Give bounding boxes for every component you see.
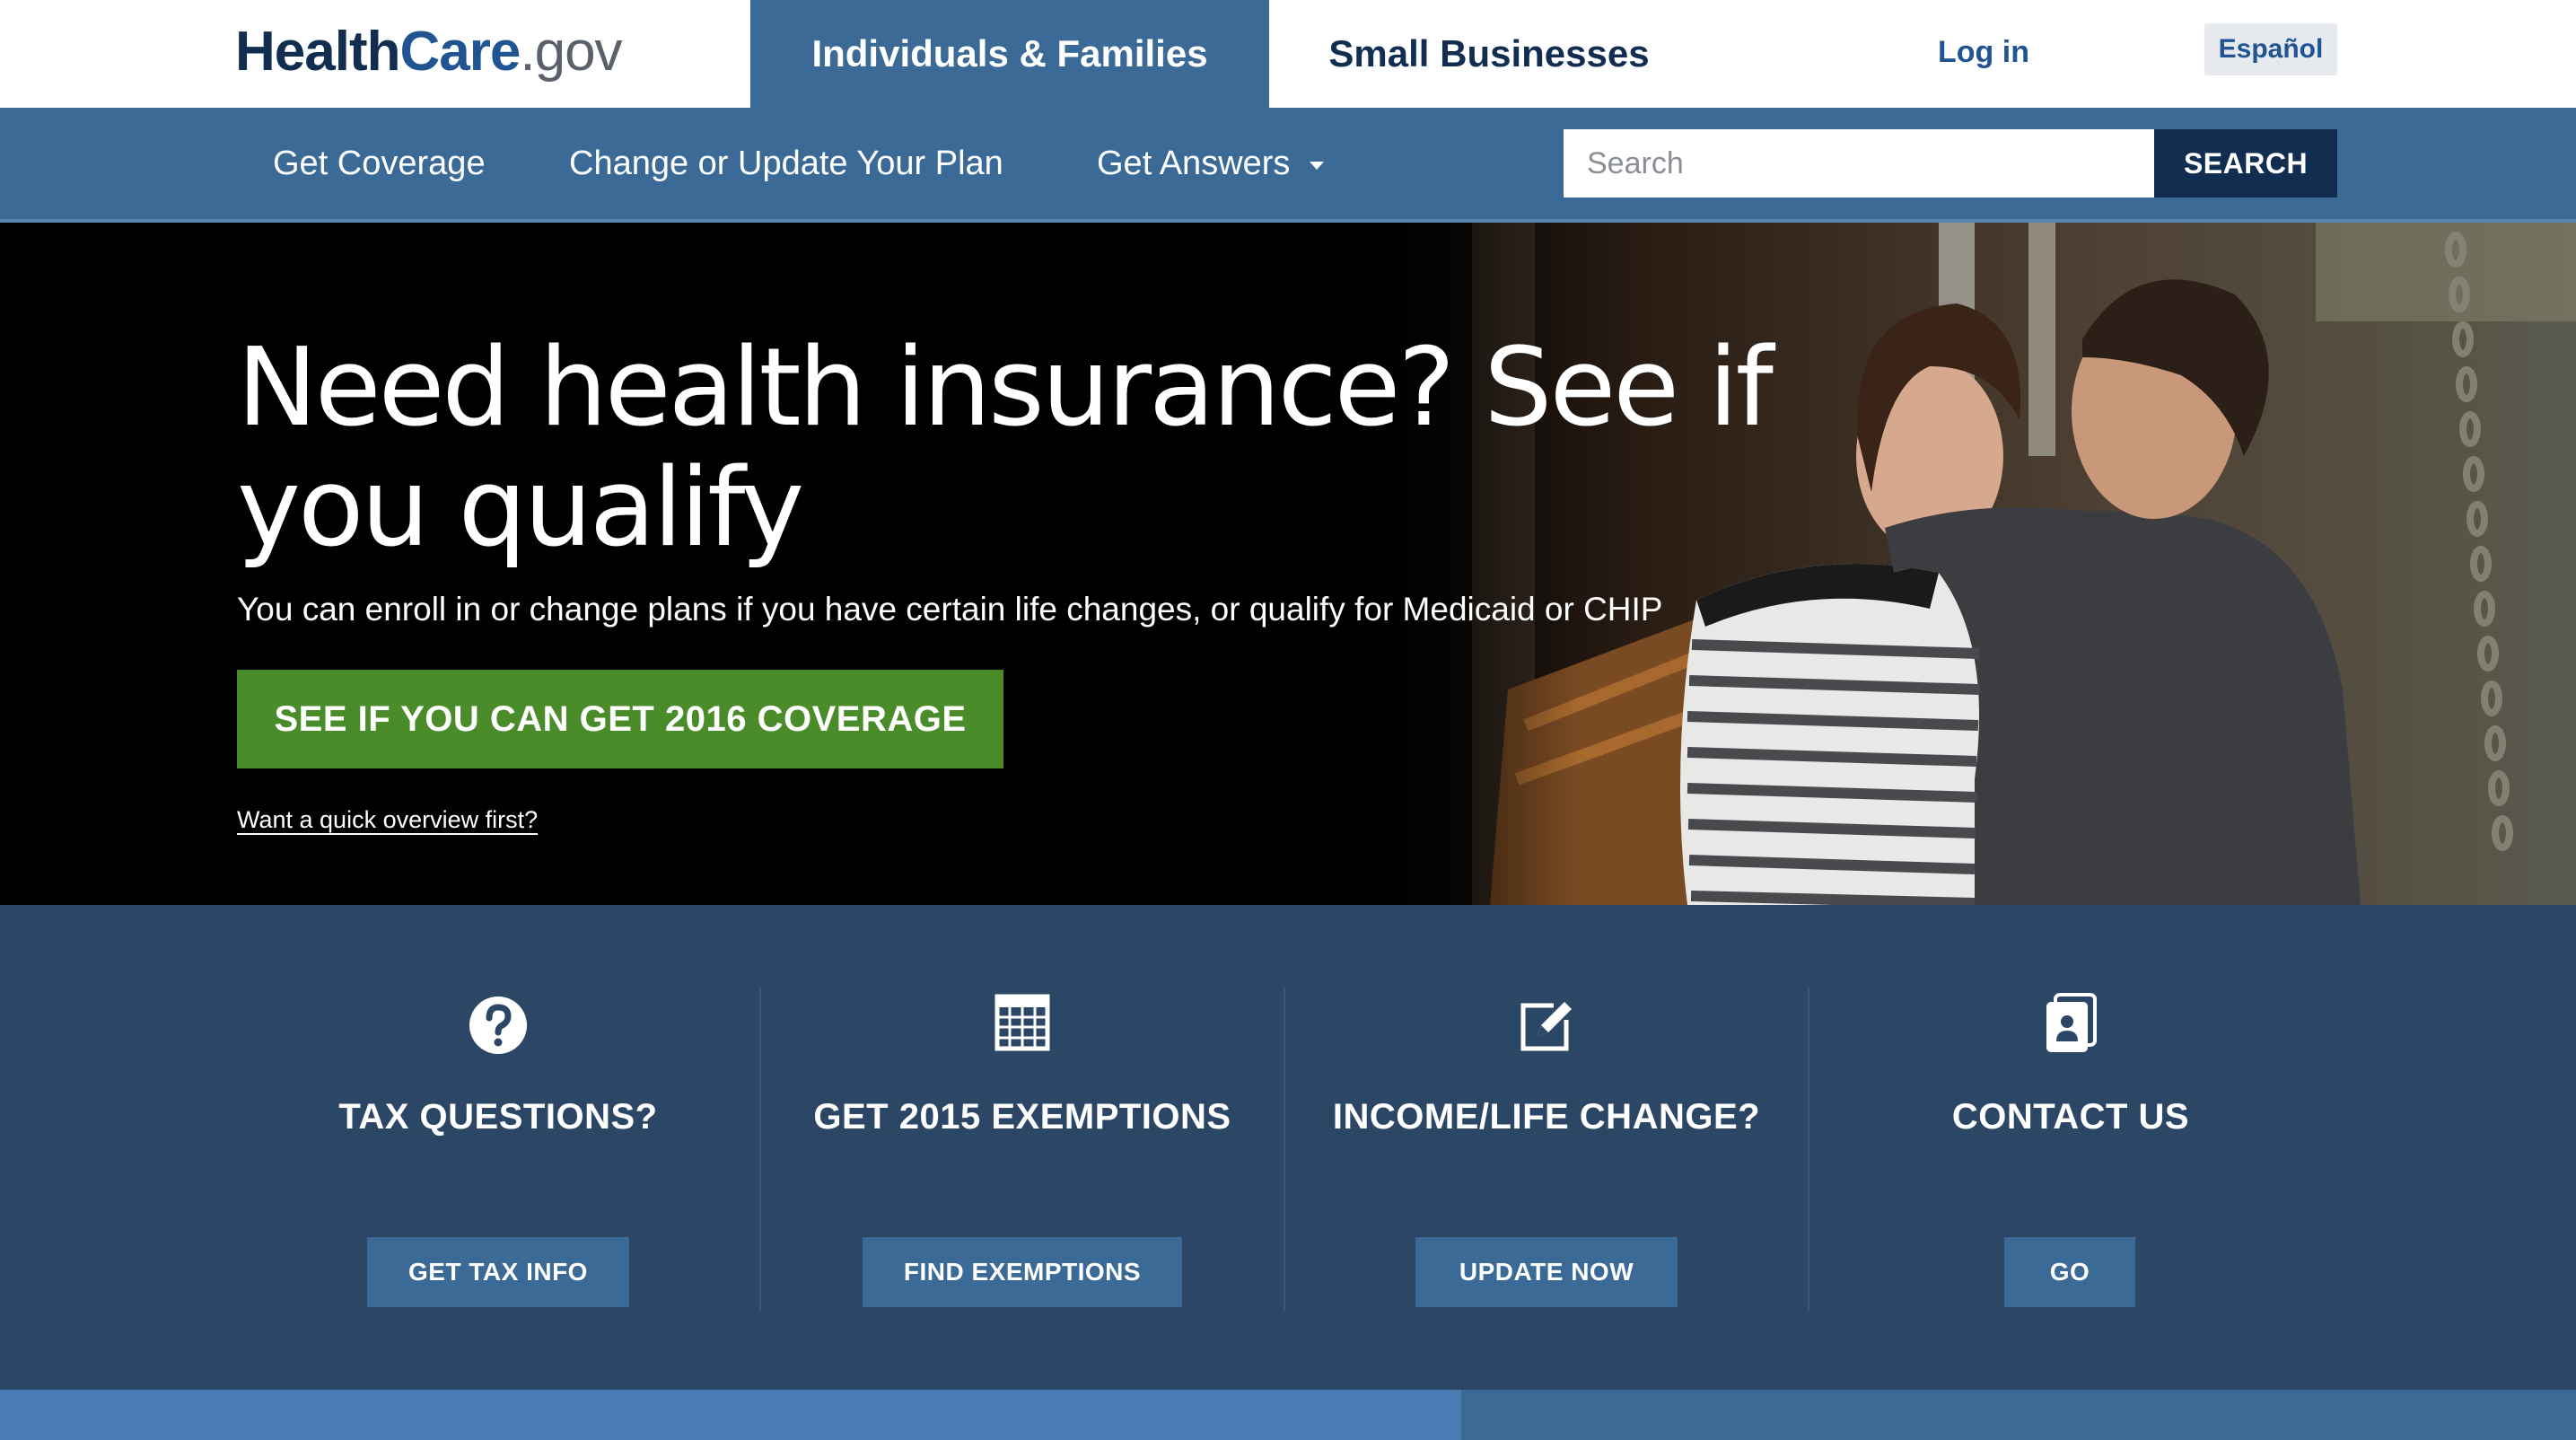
- nav-get-answers[interactable]: Get Answers: [1097, 108, 1325, 219]
- search-input[interactable]: [1564, 129, 2154, 198]
- card-contact-us: CONTACT US GO: [1809, 988, 2332, 1311]
- bottom-panel-right: [1461, 1390, 2576, 1440]
- card-title: TAX QUESTIONS?: [338, 1097, 658, 1137]
- tab-small-businesses[interactable]: Small Businesses: [1269, 0, 1709, 108]
- login-link[interactable]: Log in: [1912, 27, 2055, 77]
- get-tax-info-button[interactable]: GET TAX INFO: [367, 1237, 629, 1307]
- nav-change-update-plan[interactable]: Change or Update Your Plan: [569, 108, 1003, 219]
- question-circle-icon: [237, 993, 759, 1058]
- search-button[interactable]: SEARCH: [2154, 129, 2337, 198]
- quick-overview-link[interactable]: Want a quick overview first?: [237, 806, 538, 834]
- tab-individuals-families[interactable]: Individuals & Families: [750, 0, 1269, 108]
- bottom-panel-left: [0, 1390, 1461, 1440]
- contact-go-button[interactable]: GO: [2004, 1237, 2135, 1307]
- chevron-down-icon: [1310, 161, 1325, 170]
- table-grid-icon: [761, 993, 1284, 1058]
- find-exemptions-button[interactable]: FIND EXEMPTIONS: [863, 1237, 1182, 1307]
- contact-card-icon: [1809, 993, 2332, 1058]
- edit-pencil-icon: [1285, 993, 1808, 1058]
- card-title: CONTACT US: [1951, 1097, 2190, 1137]
- nav-get-coverage[interactable]: Get Coverage: [273, 108, 486, 219]
- card-title: GET 2015 EXEMPTIONS: [813, 1097, 1231, 1137]
- nav-get-answers-label: Get Answers: [1097, 144, 1291, 182]
- card-income-change: INCOME/LIFE CHANGE? UPDATE NOW: [1285, 988, 1808, 1311]
- hero-title: Need health insurance? See if you qualif…: [237, 326, 1774, 571]
- logo-gov: .gov: [520, 21, 622, 83]
- card-tax-questions: TAX QUESTIONS? GET TAX INFO: [237, 988, 759, 1311]
- language-toggle-button[interactable]: Español: [2204, 23, 2337, 75]
- logo-care: Care: [399, 21, 521, 83]
- card-exemptions: GET 2015 EXEMPTIONS FIND EXEMPTIONS: [761, 988, 1284, 1311]
- hero-banner: Need health insurance? See if you qualif…: [0, 223, 2576, 905]
- update-now-button[interactable]: UPDATE NOW: [1415, 1237, 1678, 1307]
- hero-subtitle: You can enroll in or change plans if you…: [237, 591, 1663, 628]
- healthcare-gov-logo[interactable]: Health Care .gov: [235, 16, 623, 88]
- check-coverage-button[interactable]: SEE IF YOU CAN GET 2016 COVERAGE: [237, 670, 1003, 768]
- card-title: INCOME/LIFE CHANGE?: [1332, 1097, 1761, 1137]
- top-bar: Health Care .gov Individuals & Families Sm…: [0, 0, 2576, 108]
- quick-links-band: TAX QUESTIONS? GET TAX INFO GET 2015 EXE…: [0, 905, 2576, 1390]
- logo-health: Health: [235, 21, 400, 83]
